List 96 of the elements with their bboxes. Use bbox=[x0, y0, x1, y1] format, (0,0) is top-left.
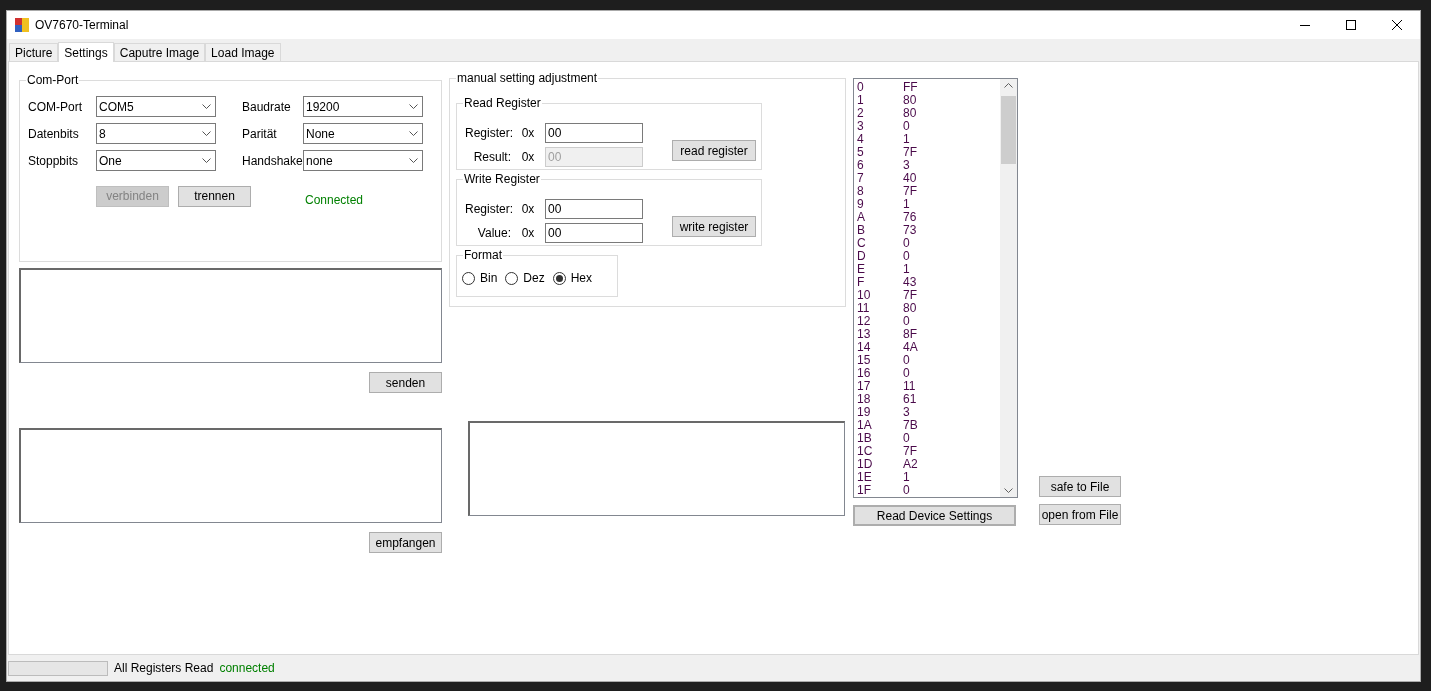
field-label: Result: bbox=[472, 149, 511, 166]
hex-prefix: 0x bbox=[520, 149, 536, 166]
chevron-down-icon bbox=[202, 104, 211, 109]
list-item[interactable]: 18 61 bbox=[857, 393, 1000, 406]
button[interactable]: Read Device Settings bbox=[853, 505, 1016, 526]
chevron-down-icon bbox=[1004, 488, 1013, 493]
input-field[interactable]: 00 bbox=[545, 123, 643, 143]
group-title: Read Register bbox=[463, 96, 542, 110]
group-title: Write Register bbox=[463, 172, 541, 186]
chevron-up-icon bbox=[1004, 83, 1013, 88]
input-field[interactable]: 00 bbox=[545, 223, 643, 243]
list-item[interactable]: E 1 bbox=[857, 263, 1000, 276]
radio-button[interactable] bbox=[462, 271, 475, 285]
list-item[interactable]: 2 80 bbox=[857, 107, 1000, 120]
list-item[interactable]: 1C 7F bbox=[857, 445, 1000, 458]
list-item[interactable]: 11 80 bbox=[857, 302, 1000, 315]
chevron-down-icon bbox=[202, 131, 211, 136]
list-item[interactable]: A 76 bbox=[857, 211, 1000, 224]
hex-prefix: 0x bbox=[520, 225, 536, 242]
list-item[interactable]: 1F 0 bbox=[857, 484, 1000, 497]
scrollbar-thumb[interactable] bbox=[1001, 96, 1016, 164]
dropdown[interactable]: 19200 bbox=[303, 96, 423, 117]
tab[interactable]: Load Image bbox=[205, 43, 281, 61]
list-item[interactable]: 16 0 bbox=[857, 367, 1000, 380]
chevron-down-icon bbox=[202, 158, 211, 163]
tab[interactable]: Settings bbox=[58, 42, 114, 62]
button[interactable]: empfangen bbox=[369, 532, 442, 553]
chevron-down-icon bbox=[409, 104, 418, 109]
list-item[interactable]: C 0 bbox=[857, 237, 1000, 250]
button[interactable]: safe to File bbox=[1039, 476, 1121, 497]
dropdown[interactable]: None bbox=[303, 123, 423, 144]
list-item[interactable]: F 43 bbox=[857, 276, 1000, 289]
hex-prefix: 0x bbox=[520, 125, 536, 142]
field-label: Register: bbox=[465, 201, 511, 218]
dropdown[interactable]: 8 bbox=[96, 123, 216, 144]
send-text-area[interactable] bbox=[19, 268, 442, 363]
hex-prefix: 0x bbox=[520, 201, 536, 218]
list-item[interactable]: 1 80 bbox=[857, 94, 1000, 107]
button[interactable]: write register bbox=[672, 216, 756, 237]
list-item[interactable]: 12 0 bbox=[857, 315, 1000, 328]
list-item[interactable]: 1B 0 bbox=[857, 432, 1000, 445]
list-item[interactable]: 8 7F bbox=[857, 185, 1000, 198]
chevron-down-icon bbox=[409, 131, 418, 136]
list-item[interactable]: 1E 1 bbox=[857, 471, 1000, 484]
list-item[interactable]: 0 FF bbox=[857, 81, 1000, 94]
list-item[interactable]: 15 0 bbox=[857, 354, 1000, 367]
field-label: Stoppbits bbox=[28, 152, 80, 170]
receive-text-area[interactable] bbox=[19, 428, 442, 523]
group-title: manual setting adjustment bbox=[456, 71, 599, 85]
field-label: Baudrate bbox=[242, 98, 292, 116]
dropdown[interactable]: none bbox=[303, 150, 423, 171]
window-title: OV7670-Terminal bbox=[35, 17, 129, 34]
list-item[interactable]: 9 1 bbox=[857, 198, 1000, 211]
list-item[interactable]: 10 7F bbox=[857, 289, 1000, 302]
list-item[interactable]: D 0 bbox=[857, 250, 1000, 263]
chevron-down-icon bbox=[409, 158, 418, 163]
list-item[interactable]: 14 4A bbox=[857, 341, 1000, 354]
list-item[interactable]: 4 1 bbox=[857, 133, 1000, 146]
button[interactable]: trennen bbox=[178, 185, 251, 207]
button[interactable]: open from File bbox=[1039, 504, 1121, 525]
status-message: All Registers Read bbox=[114, 660, 214, 677]
scrollbar[interactable] bbox=[1000, 79, 1017, 497]
tab[interactable]: Caputre Image bbox=[113, 43, 206, 61]
field-label: Register: bbox=[465, 125, 511, 142]
field-label: Datenbits bbox=[28, 125, 80, 143]
dropdown[interactable]: COM5 bbox=[96, 96, 216, 117]
radio-label: Bin bbox=[480, 270, 498, 287]
field-label: Handshake bbox=[242, 152, 303, 170]
radio-button[interactable] bbox=[505, 271, 519, 285]
list-item[interactable]: 3 0 bbox=[857, 120, 1000, 133]
radio-button[interactable] bbox=[552, 271, 566, 285]
list-item[interactable]: 6 3 bbox=[857, 159, 1000, 172]
output-text-area[interactable] bbox=[468, 421, 845, 516]
group-title: Com-Port bbox=[26, 73, 80, 87]
list-item[interactable]: 1D A2 bbox=[857, 458, 1000, 471]
list-item[interactable]: 7 40 bbox=[857, 172, 1000, 185]
app-icon bbox=[15, 18, 29, 32]
radio-label: Dez bbox=[523, 270, 545, 287]
list-item[interactable]: 17 11 bbox=[857, 380, 1000, 393]
list-item[interactable]: 1A 7B bbox=[857, 419, 1000, 432]
connection-status: connected bbox=[219, 660, 275, 677]
list-item[interactable]: 13 8F bbox=[857, 328, 1000, 341]
list-item[interactable]: 5 7F bbox=[857, 146, 1000, 159]
dropdown[interactable]: One bbox=[96, 150, 216, 171]
connection-status: Connected bbox=[305, 192, 364, 209]
group-title: Format bbox=[463, 248, 503, 262]
tab[interactable]: Picture bbox=[9, 43, 59, 61]
field-label: COM-Port bbox=[28, 98, 83, 116]
list-item[interactable]: B 73 bbox=[857, 224, 1000, 237]
input-field[interactable]: 00 bbox=[545, 199, 643, 219]
list-item[interactable]: 19 3 bbox=[857, 406, 1000, 419]
field-label: Value: bbox=[476, 225, 511, 242]
field-label: Parität bbox=[242, 125, 278, 143]
button[interactable]: senden bbox=[369, 372, 442, 393]
button[interactable]: read register bbox=[672, 140, 756, 161]
radio-label: Hex bbox=[570, 270, 593, 287]
